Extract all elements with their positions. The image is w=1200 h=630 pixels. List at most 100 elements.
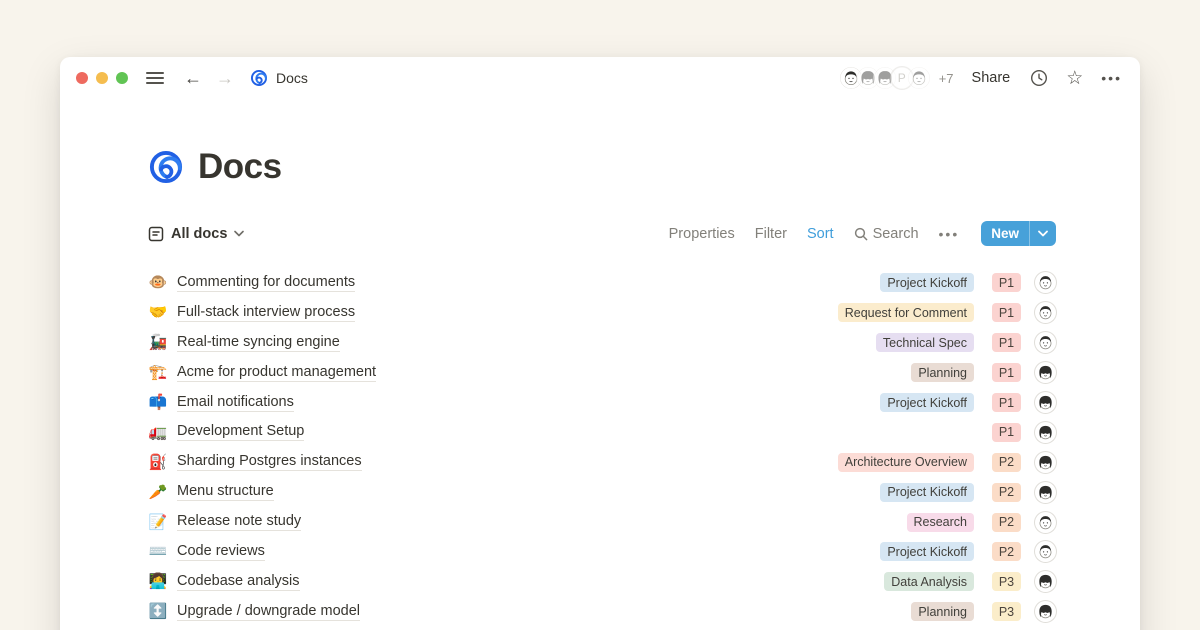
docs-page: Docs All docs Properties Filter So xyxy=(60,99,1140,630)
chevron-down-icon xyxy=(234,230,244,237)
search-button[interactable]: Search xyxy=(854,226,919,242)
docs-logo-spiral-icon xyxy=(148,149,184,185)
new-doc-button-label: New xyxy=(981,226,1029,241)
search-icon xyxy=(854,227,868,241)
doc-row[interactable]: 🐵 Commenting for documents Project Kicko… xyxy=(148,268,1056,298)
collaborator-avatar-stack[interactable]: P xyxy=(839,66,931,90)
doc-title-link[interactable]: Release note study xyxy=(177,513,301,531)
doc-type-tag[interactable]: Technical Spec xyxy=(876,333,974,352)
history-clock-icon[interactable] xyxy=(1030,69,1048,87)
doc-row[interactable]: 📫 Email notifications Project Kickoff P1 xyxy=(148,388,1056,418)
priority-badge[interactable]: P2 xyxy=(992,483,1021,502)
memo-emoji: 📝 xyxy=(148,515,168,530)
doc-row[interactable]: ↕️ Upgrade / downgrade model Planning P3 xyxy=(148,597,1056,627)
priority-badge[interactable]: P1 xyxy=(992,393,1021,412)
assignee-avatar[interactable] xyxy=(1035,302,1056,323)
assignee-avatar[interactable] xyxy=(1035,272,1056,293)
priority-badge[interactable]: P1 xyxy=(992,363,1021,382)
assignee-avatar[interactable] xyxy=(1035,601,1056,622)
doc-title-link[interactable]: Email notifications xyxy=(177,394,294,412)
filter-button[interactable]: Filter xyxy=(755,226,787,242)
assignee-avatar[interactable] xyxy=(1035,541,1056,562)
priority-badge[interactable]: P1 xyxy=(992,423,1021,442)
search-label: Search xyxy=(873,226,919,242)
avatar-overflow-count[interactable]: +7 xyxy=(939,71,954,86)
doc-type-tag[interactable]: Project Kickoff xyxy=(880,393,974,412)
doc-type-tag[interactable]: Architecture Overview xyxy=(838,453,974,472)
doc-title-link[interactable]: Full-stack interview process xyxy=(177,304,355,322)
doc-title-link[interactable]: Real-time syncing engine xyxy=(177,334,340,352)
keyboard-emoji: ⌨️ xyxy=(148,544,168,559)
assignee-avatar[interactable] xyxy=(1035,512,1056,533)
collaborator-avatar[interactable] xyxy=(907,66,931,90)
doc-row[interactable]: 🚛 Development Setup P1 xyxy=(148,417,1056,447)
doc-row[interactable]: 👩‍💻 Codebase analysis Data Analysis P3 xyxy=(148,567,1056,597)
assignee-avatar[interactable] xyxy=(1035,571,1056,592)
forward-arrow-icon[interactable]: → xyxy=(216,69,234,87)
priority-badge[interactable]: P2 xyxy=(992,453,1021,472)
doc-row[interactable]: ⌨️ Code reviews Project Kickoff P2 xyxy=(148,537,1056,567)
view-switcher-label: All docs xyxy=(171,226,227,242)
priority-badge[interactable]: P2 xyxy=(992,513,1021,532)
window-controls xyxy=(76,72,128,84)
doc-type-tag[interactable]: Data Analysis xyxy=(884,572,974,591)
new-doc-button[interactable]: New xyxy=(981,221,1056,246)
share-button[interactable]: Share xyxy=(972,70,1011,86)
doc-type-tag[interactable]: Planning xyxy=(911,363,974,382)
priority-badge[interactable]: P3 xyxy=(992,572,1021,591)
minimize-window-button[interactable] xyxy=(96,72,108,84)
view-switcher[interactable]: All docs xyxy=(148,226,244,242)
doc-title-link[interactable]: Commenting for documents xyxy=(177,274,355,292)
doc-type-tag[interactable]: Planning xyxy=(911,602,974,621)
carrot-emoji: 🥕 xyxy=(148,485,168,500)
doc-title-link[interactable]: Code reviews xyxy=(177,543,265,561)
assignee-avatar[interactable] xyxy=(1035,482,1056,503)
fuel-pump-emoji: ⛽ xyxy=(148,455,168,470)
doc-title-link[interactable]: Acme for product management xyxy=(177,364,376,382)
priority-badge[interactable]: P1 xyxy=(992,333,1021,352)
mailbox-emoji: 📫 xyxy=(148,395,168,410)
doc-title-link[interactable]: Codebase analysis xyxy=(177,573,300,591)
technologist-emoji: 👩‍💻 xyxy=(148,574,168,589)
titlebar-more-icon[interactable]: ••• xyxy=(1101,70,1122,86)
doc-row[interactable]: 🥕 Menu structure Project Kickoff P2 xyxy=(148,477,1056,507)
priority-badge[interactable]: P3 xyxy=(992,602,1021,621)
close-window-button[interactable] xyxy=(76,72,88,84)
sort-button[interactable]: Sort xyxy=(807,226,834,242)
favorite-star-icon[interactable]: ☆ xyxy=(1066,69,1083,88)
priority-badge[interactable]: P1 xyxy=(992,303,1021,322)
sidebar-toggle-icon[interactable] xyxy=(146,72,164,84)
assignee-avatar[interactable] xyxy=(1035,452,1056,473)
doc-row[interactable]: 🚂 Real-time syncing engine Technical Spe… xyxy=(148,328,1056,358)
doc-type-tag[interactable]: Project Kickoff xyxy=(880,483,974,502)
app-logo-spiral-icon xyxy=(250,69,268,87)
assignee-avatar[interactable] xyxy=(1035,362,1056,383)
doc-row[interactable]: ⛽ Sharding Postgres instances Architectu… xyxy=(148,447,1056,477)
doc-title-link[interactable]: Development Setup xyxy=(177,423,304,441)
doc-title-link[interactable]: Menu structure xyxy=(177,483,274,501)
new-button-chevron-icon[interactable] xyxy=(1030,230,1056,237)
monkey-face-emoji: 🐵 xyxy=(148,275,168,290)
doc-row[interactable]: 🏗️ Acme for product management Planning … xyxy=(148,358,1056,388)
back-arrow-icon[interactable]: ← xyxy=(184,69,202,87)
doc-type-tag[interactable]: Research xyxy=(907,513,975,532)
assignee-avatar[interactable] xyxy=(1035,392,1056,413)
doc-type-tag[interactable]: Request for Comment xyxy=(838,303,974,322)
zoom-window-button[interactable] xyxy=(116,72,128,84)
doc-row[interactable]: 🤝 Full-stack interview process Request f… xyxy=(148,298,1056,328)
crane-emoji: 🏗️ xyxy=(148,365,168,380)
assignee-avatar[interactable] xyxy=(1035,422,1056,443)
priority-badge[interactable]: P1 xyxy=(992,273,1021,292)
doc-row[interactable]: 📝 Release note study Research P2 xyxy=(148,507,1056,537)
docs-list: 🐵 Commenting for documents Project Kicko… xyxy=(148,268,1056,630)
doc-title-link[interactable]: Upgrade / downgrade model xyxy=(177,603,360,621)
toolbar-more-icon[interactable]: ••• xyxy=(939,226,960,242)
properties-button[interactable]: Properties xyxy=(669,226,735,242)
priority-badge[interactable]: P2 xyxy=(992,542,1021,561)
handshake-emoji: 🤝 xyxy=(148,305,168,320)
doc-type-tag[interactable]: Project Kickoff xyxy=(880,273,974,292)
assignee-avatar[interactable] xyxy=(1035,332,1056,353)
desktop-background: ← → Docs xyxy=(0,0,1200,630)
doc-title-link[interactable]: Sharding Postgres instances xyxy=(177,453,362,471)
doc-type-tag[interactable]: Project Kickoff xyxy=(880,542,974,561)
